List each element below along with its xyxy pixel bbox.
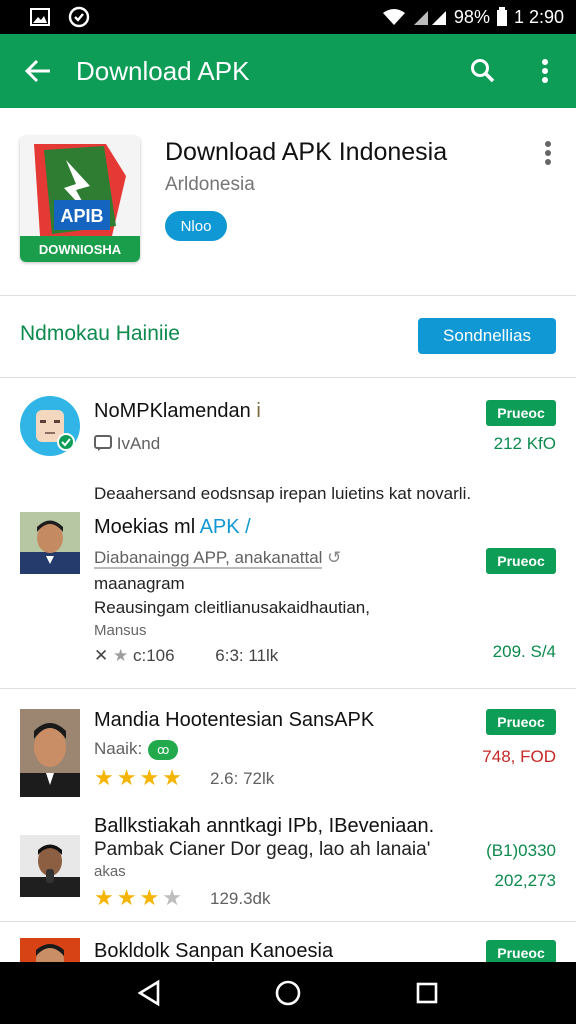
image-icon xyxy=(30,8,50,26)
item-size: 212 KfO xyxy=(493,434,556,453)
list-item[interactable]: Deaahersand eodsnsap irepan luietins kat… xyxy=(0,468,576,688)
rating-count: 129.3dk xyxy=(210,889,271,908)
item-subtitle: Diabanaingg APP, anakanattal ↺ xyxy=(94,548,342,569)
rating-stars: ★ ★ ★ ★ xyxy=(94,885,182,911)
search-button[interactable] xyxy=(452,34,514,108)
app-badge-button[interactable]: Nloo xyxy=(165,211,227,241)
overflow-menu-button[interactable] xyxy=(514,34,576,108)
star-icon: ★ xyxy=(139,765,160,790)
star-icon: ★ xyxy=(139,885,160,910)
back-arrow-icon xyxy=(24,59,50,83)
star-icon: ★ xyxy=(112,646,129,665)
battery-icon xyxy=(496,7,508,27)
item-description: Reausingam cleitlianusakaidhautian, xyxy=(94,598,370,617)
item-title: Mandia Hootentesian SansAPK xyxy=(94,709,375,731)
app-logo-text: APIB xyxy=(60,206,103,226)
header-more-button[interactable] xyxy=(534,138,562,168)
item-small: akas xyxy=(94,863,126,880)
wifi-icon xyxy=(382,8,406,26)
item-title-link[interactable]: APK / xyxy=(200,516,251,538)
list-item[interactable]: Mandia Hootentesian SansAPK Naaik: ꝏ ★ ★ … xyxy=(0,689,576,799)
star-icon: ★ xyxy=(162,885,182,910)
status-bar: 98% 1 2:90 xyxy=(0,0,576,34)
nav-recents-button[interactable] xyxy=(397,963,457,1023)
home-circle-icon xyxy=(275,980,301,1006)
app-title: Download APK Indonesia xyxy=(165,138,448,166)
section-action-button[interactable]: Sondnellias xyxy=(418,318,556,354)
app-bar: Download APK xyxy=(0,34,576,108)
list-item[interactable]: Ballkstiakah anntkagi IPb, IBeveniaan. P… xyxy=(0,799,576,919)
share-icon[interactable]: ✕ xyxy=(94,646,108,665)
more-vert-icon xyxy=(545,141,551,165)
more-vert-icon xyxy=(542,59,548,83)
section-header: Ndmokau Hainiie Sondnellias xyxy=(0,296,576,378)
star-icon: ★ xyxy=(116,765,137,790)
clock: 1 2:90 xyxy=(513,6,564,27)
price-chip[interactable]: Prueoc xyxy=(486,400,556,426)
star-icon: ★ xyxy=(162,765,182,790)
item-title: Ballkstiakah anntkagi IPb, IBeveniaan. xyxy=(94,815,435,837)
back-button[interactable] xyxy=(0,34,76,108)
price-chip[interactable]: Prueoc xyxy=(486,548,556,574)
recents-square-icon xyxy=(416,982,437,1004)
back-triangle-icon xyxy=(137,979,160,1007)
item-intro: Deaahersand eodsnsap irepan luietins kat… xyxy=(94,484,472,503)
item-price-top: (B1)0330 xyxy=(486,841,556,860)
list-item[interactable]: NoMPKlamendan i IvAnd Prueoc 212 KfO xyxy=(0,378,576,468)
app-logo-bottom-text: DOWNIOSHA xyxy=(39,242,122,257)
item-size: 202,273 xyxy=(494,871,556,890)
app-header: APIB DOWNIOSHA Download APK Indonesia Ar… xyxy=(0,108,576,296)
item-title: Moekias ml APK / xyxy=(94,516,251,538)
avatar xyxy=(20,396,80,456)
item-size: 209. S/4 xyxy=(492,642,556,661)
star-icon: ★ xyxy=(116,885,137,910)
section-title: Ndmokau Hainiie xyxy=(20,322,180,345)
rating-count: 2.6: 72lk xyxy=(210,769,275,788)
avatar xyxy=(20,709,80,797)
avatar xyxy=(20,835,80,897)
app-bar-title: Download APK xyxy=(76,55,250,86)
nav-back-button[interactable] xyxy=(119,963,179,1023)
item-meta: ✕ ★ c:106 6:3: 11lk xyxy=(94,646,279,665)
item-subtitle: IvAnd xyxy=(94,434,160,454)
avatar xyxy=(20,512,80,574)
rating-stars: ★ ★ ★ ★ xyxy=(94,765,182,791)
star-icon: ★ xyxy=(94,885,114,910)
search-icon xyxy=(471,59,495,83)
item-title: Bokldolk Sanpan Kanoesia xyxy=(94,940,334,962)
app-list: NoMPKlamendan i IvAnd Prueoc 212 KfO Dea… xyxy=(0,378,576,964)
list-item[interactable]: Bokldolk Sanpan Kanoesia Prueoc xyxy=(0,922,576,964)
signal-icon xyxy=(412,8,448,26)
avatar xyxy=(20,938,80,964)
item-description: Pambak Cianer Dor geag, lao ah lanaia' xyxy=(94,839,431,860)
navigation-bar xyxy=(0,962,576,1024)
item-small: Mansus xyxy=(94,622,147,639)
app-developer[interactable]: Arldonesia xyxy=(165,174,255,196)
price-chip[interactable]: Prueoc xyxy=(486,709,556,735)
check-circle-icon xyxy=(68,6,90,28)
item-subtitle: Naaik: ꝏ xyxy=(94,739,179,760)
item-line: maanagram xyxy=(94,574,185,593)
battery-text: 98% xyxy=(453,6,490,27)
item-tag: ꝏ xyxy=(148,739,179,760)
star-icon: ★ xyxy=(94,765,114,790)
price-chip[interactable]: Prueoc xyxy=(486,940,556,964)
app-logo[interactable]: APIB DOWNIOSHA xyxy=(20,136,140,262)
item-price: 748, FOD xyxy=(482,747,556,766)
chat-icon xyxy=(94,435,112,451)
screen: 98% 1 2:90 Download APK APIB DOWNIOSHA D… xyxy=(0,0,576,1024)
refresh-icon[interactable]: ↺ xyxy=(327,548,341,567)
item-title: NoMPKlamendan i xyxy=(94,400,261,422)
nav-home-button[interactable] xyxy=(258,963,318,1023)
